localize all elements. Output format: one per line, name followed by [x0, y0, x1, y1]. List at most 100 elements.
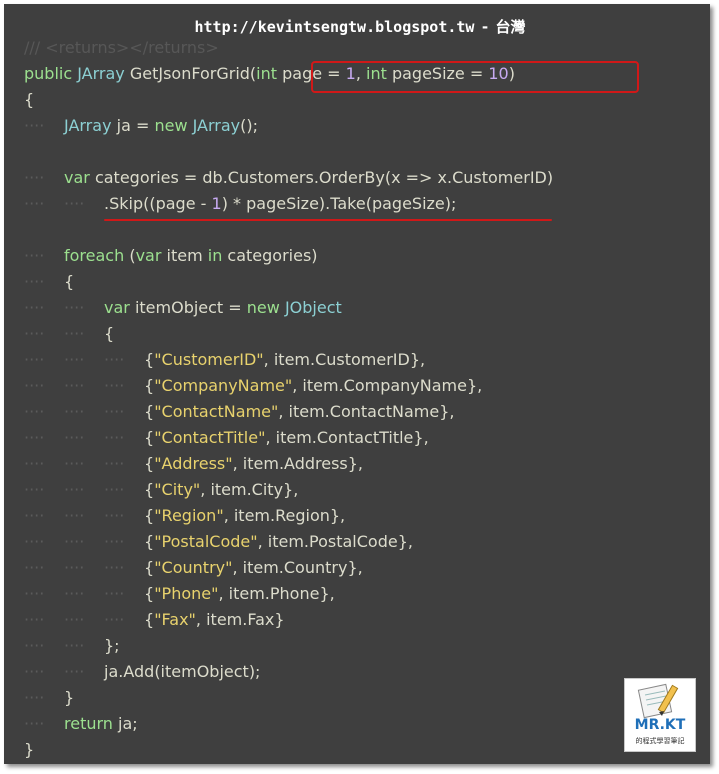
indent-guide: ····	[64, 506, 85, 525]
code-line: ···· ···· {	[24, 321, 114, 347]
indent-guide: ····	[24, 480, 45, 499]
indent-guide: ····	[24, 350, 45, 369]
code-token: var	[64, 168, 90, 187]
indent-guide: ····	[24, 636, 45, 655]
code-token: new	[246, 298, 285, 317]
code-token: (	[124, 246, 136, 265]
indent-guide: ····	[24, 506, 45, 525]
code-token: new	[154, 116, 193, 135]
code-token: "CompanyName"	[154, 376, 293, 395]
indent-guide: ····	[104, 428, 125, 447]
indent-guide: ····	[104, 610, 125, 629]
code-token: JArray	[64, 116, 112, 135]
code-token: , item.CompanyName},	[292, 376, 483, 395]
skip-take-underline	[104, 219, 552, 221]
logo-title: MR.KT	[634, 717, 686, 733]
indent-guide: ····	[64, 298, 85, 317]
code-line: ···· var categories = db.Customers.OrderB…	[24, 165, 553, 191]
indent-guide: ····	[104, 454, 125, 473]
indent-guide: ····	[64, 584, 85, 603]
code-token: {	[144, 428, 155, 447]
code-line: ···· ···· ···· {"ContactTitle", item.Contac…	[24, 425, 429, 451]
code-token: "City"	[154, 480, 201, 499]
indent-guide: ····	[24, 402, 45, 421]
code-token: , item.PostalCode},	[257, 532, 413, 551]
indent-guide: ····	[24, 454, 45, 473]
indent-guide: ····	[64, 428, 85, 447]
code-token: public	[24, 64, 78, 83]
code-token: "Fax"	[154, 610, 196, 629]
indent-guide: ····	[24, 324, 45, 343]
indent-guide: ····	[24, 610, 45, 629]
code-line: ···· ···· .Skip((page - 1) * pageSize).Tak…	[24, 191, 456, 217]
code-token: {	[144, 376, 155, 395]
code-token: categories = db.Customers.OrderBy(x => x…	[89, 168, 554, 187]
indent-guide: ····	[64, 350, 85, 369]
code-line: ···· ···· ···· {"CustomerID", item.Customer…	[24, 347, 425, 373]
code-token: "CustomerID"	[154, 350, 264, 369]
code-line: ····}	[24, 685, 74, 711]
code-token: {	[24, 90, 35, 109]
indent-guide: ····	[104, 480, 125, 499]
code-token: JArray	[192, 116, 241, 135]
code-token: ();	[240, 116, 259, 135]
indent-guide: ····	[104, 350, 125, 369]
code-token: {	[144, 532, 155, 551]
code-line: ···· ···· ···· {"ContactName", item.Contact…	[24, 399, 454, 425]
code-line: }	[24, 737, 34, 763]
indent-guide: ····	[64, 532, 85, 551]
indent-guide: ····	[24, 662, 45, 681]
code-token: {	[144, 584, 155, 603]
indent-guide: ····	[24, 298, 45, 317]
code-token: return	[64, 714, 113, 733]
mrkt-logo: MR.KT 的程式學習筆記	[624, 678, 696, 752]
indent-guide: ····	[24, 532, 45, 551]
indent-guide: ····	[24, 194, 45, 213]
code-token: GetJsonForGrid(	[124, 64, 257, 83]
code-token: , item.ContactName},	[278, 402, 455, 421]
code-line: ···· {	[24, 269, 74, 295]
indent-guide: ····	[24, 376, 45, 395]
logo-subtitle: 的程式學習筆記	[635, 737, 685, 745]
code-line: ···· foreach (var item in categories)	[24, 243, 318, 269]
parameters-highlight-box	[311, 61, 639, 93]
code-token: {	[144, 558, 155, 577]
header-region: 台灣	[495, 18, 526, 36]
indent-guide: ····	[24, 246, 45, 265]
blog-url: http://kevintsengtw.blogspot.tw	[194, 18, 475, 36]
code-line: {	[24, 87, 34, 113]
indent-guide: ····	[64, 480, 85, 499]
code-token: JObject	[284, 298, 342, 317]
code-token: itemObject =	[129, 298, 247, 317]
code-token: };	[104, 636, 120, 655]
indent-guide: ····	[64, 454, 85, 473]
code-screenshot-frame: http://kevintsengtw.blogspot.tw - 台灣 /// <…	[4, 4, 710, 764]
indent-guide: ····	[104, 506, 125, 525]
indent-guide: ····	[104, 584, 125, 603]
code-token: }	[64, 688, 75, 707]
code-line: ···· ···· ···· {"Fax", item.Fax}	[24, 607, 285, 633]
code-token: int	[256, 64, 278, 83]
code-token: ja.Add(itemObject);	[104, 662, 261, 681]
code-token: "ContactName"	[154, 402, 279, 421]
code-token: JArray	[77, 64, 125, 83]
code-token: "Region"	[154, 506, 224, 525]
indent-guide: ····	[104, 532, 125, 551]
code-token: {	[144, 480, 155, 499]
code-token: , item.Fax}	[195, 610, 285, 629]
code-token: {	[104, 324, 115, 343]
code-token: , item.Address},	[232, 454, 364, 473]
indent-guide: ····	[64, 636, 85, 655]
code-token: {	[144, 350, 155, 369]
code-token: {	[144, 402, 155, 421]
code-line: ···· ···· ···· {"Region", item.Region},	[24, 503, 345, 529]
code-token: var	[135, 246, 162, 265]
code-token: {	[64, 272, 75, 291]
indent-guide: ····	[24, 272, 45, 291]
notebook-pencil-icon	[637, 683, 679, 719]
code-line: ···· ···· ···· {"Country", item.Country},	[24, 555, 363, 581]
code-line: ···· ···· ja.Add(itemObject);	[24, 659, 260, 685]
code-token: , item.City},	[200, 480, 299, 499]
indent-guide: ····	[64, 376, 85, 395]
indent-guide: ····	[64, 610, 85, 629]
